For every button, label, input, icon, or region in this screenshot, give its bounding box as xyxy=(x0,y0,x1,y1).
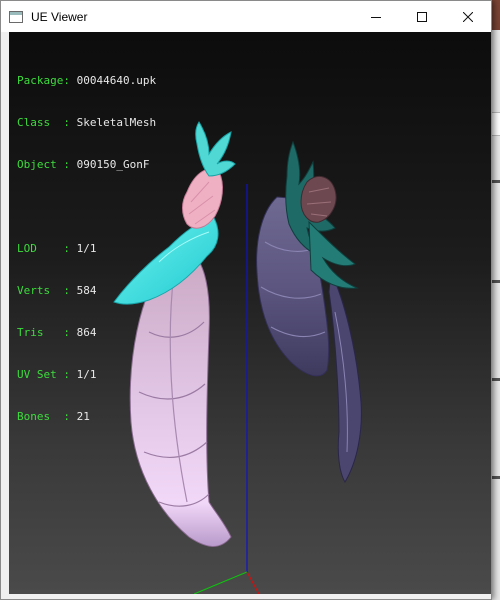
info-key: Package: xyxy=(17,74,77,87)
info-key: LOD : xyxy=(17,242,77,255)
info-value: 090150_GonF xyxy=(76,158,150,171)
info-row-package: Package: 00044640.upk xyxy=(17,74,156,88)
minimize-icon xyxy=(371,16,381,18)
info-key: Class : xyxy=(17,116,77,129)
info-key: UV Set : xyxy=(17,368,77,381)
info-row-uv-set: UV Set : 1/1 xyxy=(17,368,156,382)
close-button[interactable] xyxy=(445,1,491,32)
app-window-icon xyxy=(9,10,23,23)
green-axis xyxy=(193,571,248,594)
window-title: UE Viewer xyxy=(31,9,88,24)
info-row-bones: Bones : 21 xyxy=(17,410,156,424)
info-value: 21 xyxy=(76,410,90,423)
maximize-icon xyxy=(417,11,427,22)
info-row-lod: LOD : 1/1 xyxy=(17,242,156,256)
info-value: 1/1 xyxy=(76,368,97,381)
red-axis xyxy=(246,571,260,594)
info-value: 584 xyxy=(76,284,97,297)
ue-viewer-window: UE Viewer Package: 00044640.upk Class: … xyxy=(0,0,492,600)
info-value: 00044640.upk xyxy=(76,74,157,87)
info-row-verts: Verts : 584 xyxy=(17,284,156,298)
info-row-class: Class : SkeletalMesh xyxy=(17,116,156,130)
info-value: SkeletalMesh xyxy=(76,116,157,129)
right-wing-mesh xyxy=(256,140,362,483)
mesh-info-overlay: Package: 00044640.upk Class : SkeletalMe… xyxy=(17,46,156,452)
minimize-button[interactable] xyxy=(353,1,399,32)
info-row-tris: Tris : 864 xyxy=(17,326,156,340)
title-bar[interactable]: UE Viewer xyxy=(1,1,491,32)
info-key: Bones : xyxy=(17,410,77,423)
info-value: 864 xyxy=(76,326,97,339)
maximize-button[interactable] xyxy=(399,1,445,32)
info-key: Object : xyxy=(17,158,77,171)
close-icon xyxy=(463,11,473,22)
info-key: Verts : xyxy=(17,284,77,297)
info-row-object: Object : 090150_GonF xyxy=(17,158,156,172)
3d-viewport[interactable]: Package: 00044640.upk Class : SkeletalMe… xyxy=(9,32,491,594)
info-value: 1/1 xyxy=(76,242,97,255)
info-key: Tris : xyxy=(17,326,77,339)
